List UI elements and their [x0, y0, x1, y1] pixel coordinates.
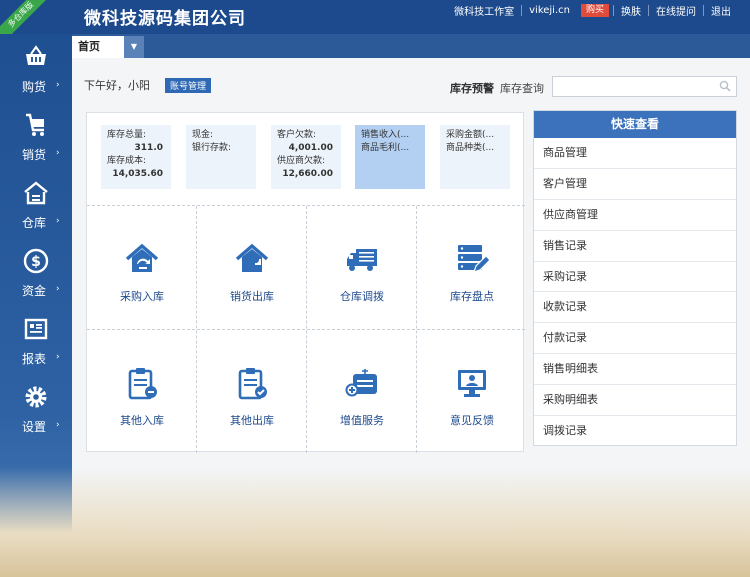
stock-search-input[interactable] [553, 77, 713, 96]
sidebar-item-funds[interactable]: $ 资金 › [0, 248, 72, 308]
background-hay-image [0, 467, 750, 577]
warehouse-icon [24, 181, 48, 205]
quick-item-customers[interactable]: 客户管理 [534, 169, 736, 200]
dollar-icon: $ [23, 248, 49, 274]
stock-warning-link[interactable]: 库存预警 [450, 80, 494, 96]
stat-card-sales[interactable]: 销售收入(... 商品毛利(... [355, 125, 425, 189]
quick-item-receipt-records[interactable]: 收款记录 [534, 292, 736, 324]
action-label: 库存盘点 [450, 290, 494, 303]
sidebar-item-label: 设置 [22, 420, 47, 434]
sidebar-item-label: 资金 [22, 284, 47, 298]
action-inventory-check[interactable]: 库存盘点 [417, 206, 527, 329]
action-label: 仓库调拨 [340, 290, 384, 303]
action-other-out[interactable]: 其他出库 [197, 330, 307, 453]
action-warehouse-transfer[interactable]: 仓库调拨 [307, 206, 417, 329]
action-sales-out[interactable]: 销货出库 [197, 206, 307, 329]
stat-card-inventory[interactable]: 库存总量: 311.0 库存成本: 14,035.60 [101, 125, 171, 189]
quick-item-purchase-records[interactable]: 采购记录 [534, 262, 736, 293]
top-links: 微科技工作室 vikeji.cn 购买 换肤 在线提问 退出 [447, 3, 738, 18]
feedback-icon [458, 370, 486, 397]
clipboard-out-icon [238, 368, 267, 400]
stat-card-purchase[interactable]: 采购金额(... 商品种类(... [440, 125, 510, 189]
quick-item-purchase-detail[interactable]: 采购明细表 [534, 385, 736, 417]
sales-out-icon [235, 243, 269, 272]
tab-bar: 首页 ▼ [72, 34, 750, 58]
tab-home[interactable]: 首页 [72, 36, 124, 58]
sidebar-item-purchase[interactable]: 购货 › [0, 44, 72, 104]
stat-card-cash[interactable]: 现金: 银行存款: [186, 125, 256, 189]
quick-view-title: 快速查看 [534, 111, 736, 138]
quick-item-sales-records[interactable]: 销售记录 [534, 231, 736, 262]
greeting-text: 下午好，小阳 [84, 79, 150, 92]
cart-icon [26, 113, 44, 136]
quick-view-panel: 快速查看 商品管理 客户管理 供应商管理 销售记录 采购记录 收款记录 付款记录… [533, 110, 737, 446]
stock-search-box [552, 76, 737, 97]
account-manage-button[interactable]: 账号管理 [165, 78, 212, 93]
quick-item-sales-detail[interactable]: 销售明细表 [534, 354, 736, 386]
action-label: 销货出库 [230, 290, 274, 303]
skin-link[interactable]: 换肤 [614, 3, 648, 18]
quick-item-transfer-records[interactable]: 调拨记录 [534, 416, 736, 447]
logout-link[interactable]: 退出 [704, 3, 738, 18]
value-service-icon [345, 369, 377, 397]
stat-card-debts[interactable]: 客户欠款: 4,001.00 供应商欠款: 12,660.00 [271, 125, 341, 189]
action-feedback[interactable]: 意见反馈 [417, 330, 527, 453]
site-link[interactable]: vikeji.cn [522, 5, 577, 16]
sidebar-item-label: 报表 [22, 352, 47, 366]
action-label: 意见反馈 [450, 414, 494, 427]
online-question-link[interactable]: 在线提问 [649, 3, 703, 18]
inventory-check-icon [458, 245, 489, 273]
action-label: 增值服务 [340, 414, 384, 427]
sidebar-item-label: 购货 [22, 80, 47, 94]
gear-icon [25, 386, 47, 408]
report-icon [24, 318, 48, 340]
action-label: 其他入库 [120, 414, 164, 427]
basket-icon [26, 45, 46, 65]
quick-item-products[interactable]: 商品管理 [534, 138, 736, 169]
action-other-in[interactable]: 其他入库 [87, 330, 197, 453]
truck-transfer-icon [347, 249, 377, 271]
sidebar-item-label: 销货 [22, 148, 47, 162]
chevron-right-icon: › [56, 352, 60, 362]
studio-link[interactable]: 微科技工作室 [447, 3, 521, 18]
chevron-right-icon: › [56, 80, 60, 90]
action-purchase-in[interactable]: 采购入库 [87, 206, 197, 329]
chevron-right-icon: › [56, 216, 60, 226]
chevron-right-icon: › [56, 148, 60, 158]
chevron-right-icon: › [56, 284, 60, 294]
purchase-in-icon [125, 243, 159, 272]
stock-query-label: 库存查询 [500, 82, 544, 95]
action-label: 采购入库 [120, 290, 164, 303]
chevron-right-icon: › [56, 420, 60, 430]
sidebar-item-sales[interactable]: 销货 › [0, 112, 72, 172]
clipboard-in-icon [128, 368, 157, 400]
sidebar-item-warehouse[interactable]: 仓库 › [0, 180, 72, 240]
quick-item-payment-records[interactable]: 付款记录 [534, 323, 736, 355]
action-grid: 采购入库 销货出库 仓库调拨 库存盘点 其他入库 其他出库 增值服务 意见反馈 [87, 205, 527, 453]
company-title: 微科技源码集团公司 [84, 9, 246, 29]
svg-text:$: $ [31, 254, 41, 270]
action-label: 其他出库 [230, 414, 274, 427]
buy-button[interactable]: 购买 [580, 4, 609, 17]
search-icon[interactable] [719, 80, 731, 92]
sidebar-item-settings[interactable]: 设置 › [0, 384, 72, 444]
dashboard-panel: 库存总量: 311.0 库存成本: 14,035.60 现金: 银行存款: 客户… [86, 112, 527, 453]
tab-dropdown-button[interactable]: ▼ [124, 36, 144, 58]
action-value-service[interactable]: 增值服务 [307, 330, 417, 453]
sidebar-item-label: 仓库 [22, 216, 47, 230]
top-header: 多仓库版 微科技源码集团公司 微科技工作室 vikeji.cn 购买 换肤 在线… [0, 0, 750, 47]
quick-item-suppliers[interactable]: 供应商管理 [534, 200, 736, 231]
sidebar-item-reports[interactable]: 报表 › [0, 316, 72, 376]
